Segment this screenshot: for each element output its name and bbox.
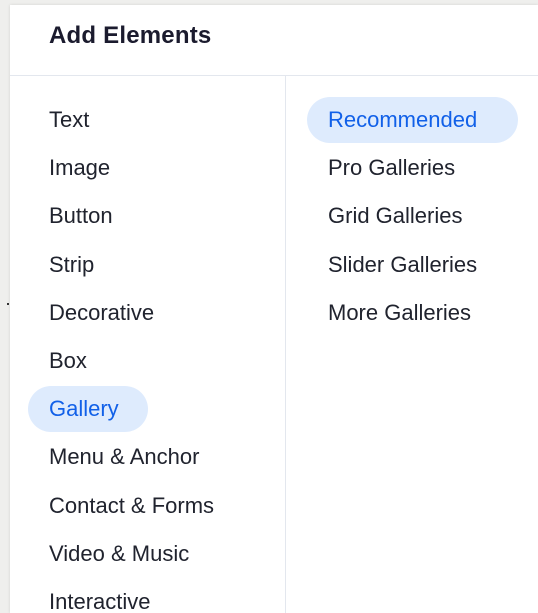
subcategory-item-grid-galleries[interactable]: Grid Galleries bbox=[307, 193, 518, 239]
category-item-text[interactable]: Text bbox=[28, 97, 235, 143]
category-item-menu-anchor[interactable]: Menu & Anchor bbox=[28, 434, 235, 480]
add-elements-panel: Add Elements Text Image Button Strip Dec… bbox=[10, 5, 538, 613]
subcategory-item-more-galleries[interactable]: More Galleries bbox=[307, 290, 518, 336]
category-item-button[interactable]: Button bbox=[28, 193, 235, 239]
category-item-gallery[interactable]: Gallery bbox=[28, 386, 148, 433]
category-item-interactive[interactable]: Interactive bbox=[28, 579, 235, 613]
subcategory-item-recommended[interactable]: Recommended bbox=[307, 97, 518, 143]
panel-header: Add Elements bbox=[10, 5, 538, 76]
category-item-contact-forms[interactable]: Contact & Forms bbox=[28, 483, 235, 529]
category-item-image[interactable]: Image bbox=[28, 145, 235, 191]
subcategory-item-pro-galleries[interactable]: Pro Galleries bbox=[307, 145, 518, 191]
panel-title: Add Elements bbox=[49, 22, 212, 49]
category-item-strip[interactable]: Strip bbox=[28, 242, 235, 288]
category-item-box[interactable]: Box bbox=[28, 338, 235, 384]
column-divider bbox=[285, 76, 286, 613]
category-item-decorative[interactable]: Decorative bbox=[28, 290, 235, 336]
edge-marker bbox=[7, 303, 9, 305]
category-item-video-music[interactable]: Video & Music bbox=[28, 531, 235, 577]
subcategory-item-slider-galleries[interactable]: Slider Galleries bbox=[307, 242, 518, 288]
subcategory-list: Recommended Pro Galleries Grid Galleries… bbox=[307, 97, 518, 338]
category-list: Text Image Button Strip Decorative Box G… bbox=[28, 97, 235, 613]
